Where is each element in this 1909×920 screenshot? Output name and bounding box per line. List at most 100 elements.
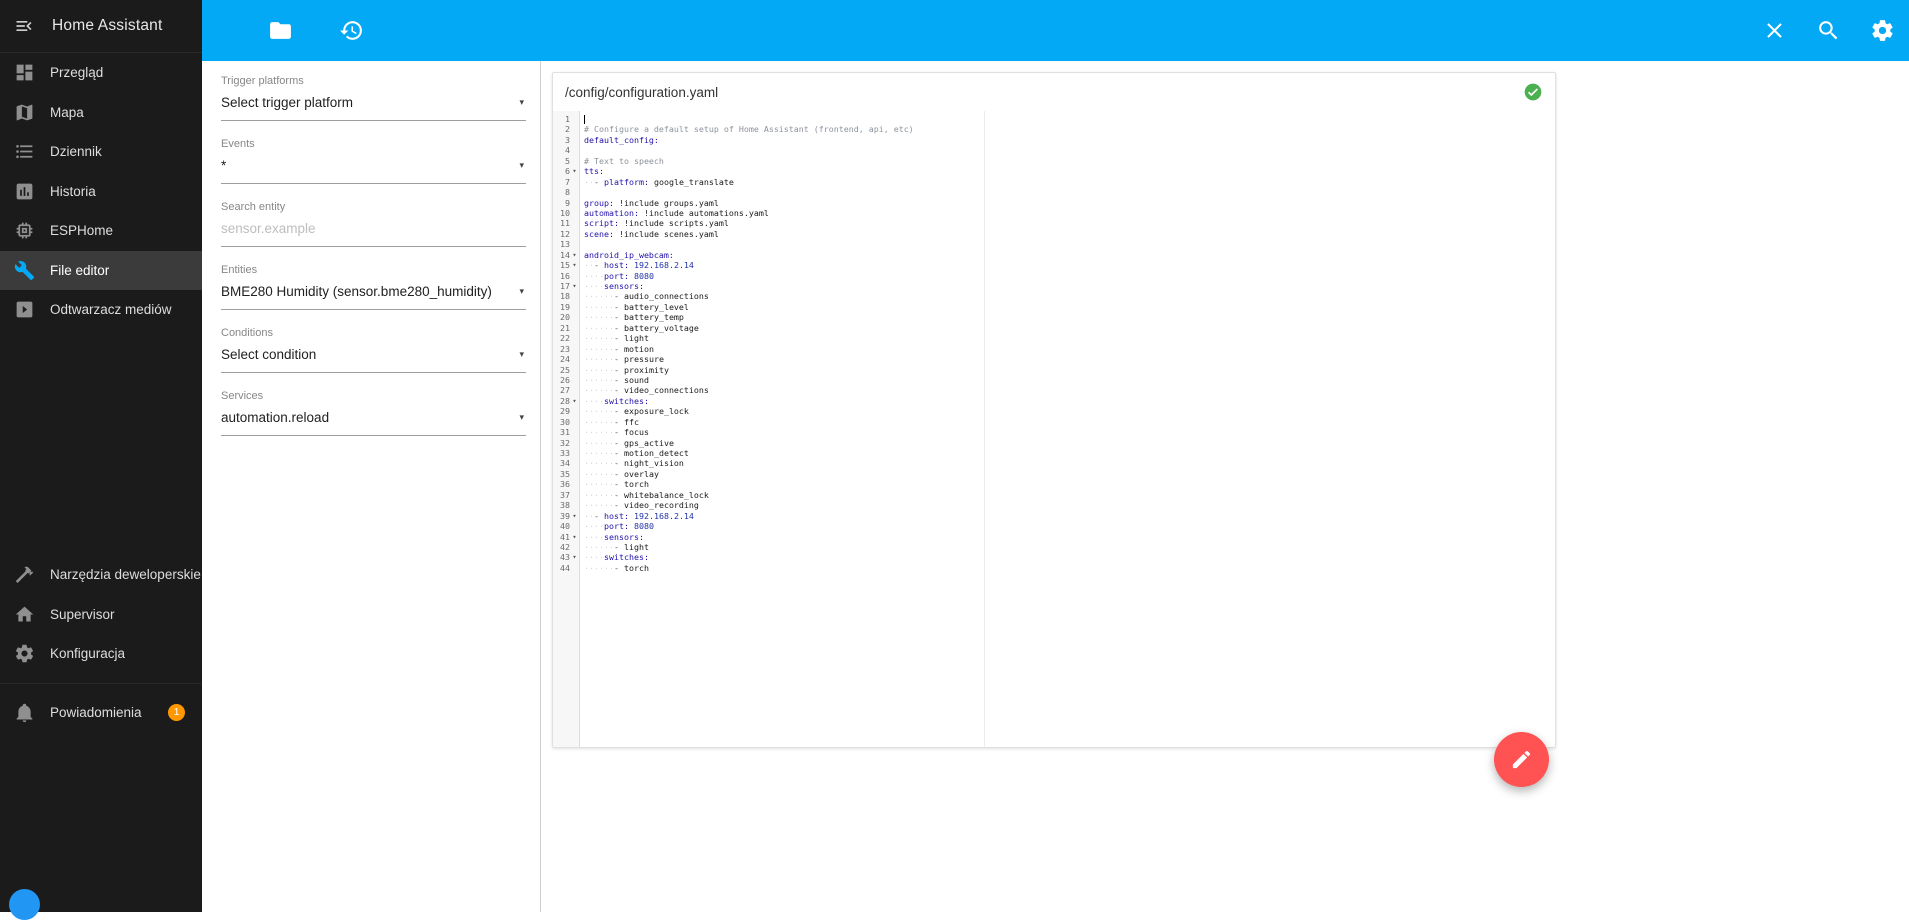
code-line-29[interactable]: ······- exposure_lock [584,406,1555,416]
fold-toggle-icon[interactable]: ▾ [570,532,579,542]
events-select[interactable]: * ▾ [221,157,526,184]
fold-toggle-icon[interactable]: ▾ [570,260,579,270]
code-line-7[interactable]: ··- platform: google_translate [584,177,1555,187]
close-button[interactable] [1762,18,1787,43]
search-button[interactable] [1816,18,1841,43]
line-number: 11 [560,218,570,229]
settings-button[interactable] [1870,18,1895,43]
code-line-34[interactable]: ······- night_vision [584,458,1555,468]
code-line-15[interactable]: ··- host: 192.168.2.14 [584,260,1555,270]
sidebar-item-supervisor[interactable]: Supervisor [0,595,202,635]
code-line-4[interactable] [584,145,1555,155]
code-line-13[interactable] [584,239,1555,249]
code-editor[interactable]: 1 2 3 4 5 6 ▾ 7 8 9 10 11 12 13 14 ▾ 15 ▾ 16 17 ▾ 18 19 20 21 22 2… [553,111,1555,747]
sidebar-item-historia[interactable]: Historia [0,172,202,212]
sidebar-item-powiadomienia[interactable]: Powiadomienia 1 [0,693,202,733]
field-label: Services [221,390,264,402]
code-line-1[interactable] [584,114,1555,124]
sidebar-item-dziennik[interactable]: Dziennik [0,132,202,172]
fold-toggle-icon[interactable]: ▾ [570,511,579,521]
fold-toggle-icon[interactable]: ▾ [570,552,579,562]
line-number: 2 [565,124,570,135]
edit-fab-button[interactable] [1494,732,1549,787]
code-line-41[interactable]: ····sensors: [584,532,1555,542]
code-line-20[interactable]: ······- battery_temp [584,312,1555,322]
code-line-40[interactable]: ····port: 8080 [584,521,1555,531]
code-line-11[interactable]: script: !include scripts.yaml [584,218,1555,228]
code-line-8[interactable] [584,187,1555,197]
code-line-23[interactable]: ······- motion [584,344,1555,354]
code-line-39[interactable]: ··- host: 192.168.2.14 [584,511,1555,521]
code-line-3[interactable]: default_config: [584,135,1555,145]
code-line-19[interactable]: ······- battery_level [584,302,1555,312]
entities-select[interactable]: BME280 Humidity (sensor.bme280_humidity)… [221,283,526,310]
gutter-line-18: 18 [553,291,579,301]
user-avatar [9,889,40,920]
gutter-line-42: 42 [553,542,579,552]
code-line-30[interactable]: ······- ffc [584,417,1555,427]
folder-button[interactable] [268,18,293,43]
gutter-line-29: 29 [553,406,579,416]
fold-toggle-icon[interactable]: ▾ [570,250,579,260]
code-line-27[interactable]: ······- video_connections [584,385,1555,395]
code-line-42[interactable]: ······- light [584,542,1555,552]
code-line-33[interactable]: ······- motion_detect [584,448,1555,458]
sidebar-item-esphome[interactable]: ESPHome [0,211,202,251]
code-line-10[interactable]: automation: !include automations.yaml [584,208,1555,218]
sidebar-bottom-nav: Narzędzia deweloperskie Supervisor Konfigu… [0,555,202,674]
field-entities: Entities BME280 Humidity (sensor.bme280_h… [221,264,526,310]
code-line-14[interactable]: android_ip_webcam: [584,250,1555,260]
code-line-36[interactable]: ······- torch [584,479,1555,489]
fold-toggle-icon[interactable]: ▾ [570,281,579,291]
code-line-2[interactable]: # Configure a default setup of Home Assi… [584,124,1555,134]
code-line-17[interactable]: ····sensors: [584,281,1555,291]
code-line-44[interactable]: ······- torch [584,563,1555,573]
history-button[interactable] [339,18,364,43]
sidebar-item-mapa[interactable]: Mapa [0,93,202,133]
sidebar-toggle-button[interactable] [8,10,40,42]
line-number: 44 [560,562,570,573]
field-label: Search entity [221,201,286,213]
code-line-5[interactable]: # Text to speech [584,156,1555,166]
code-line-28[interactable]: ····switches: [584,396,1555,406]
trigger-platform-select[interactable]: Select trigger platform ▾ [221,94,526,121]
sidebar-user[interactable] [0,732,202,920]
field-services: Services automation.reload ▾ [221,390,526,436]
line-number: 22 [560,333,570,344]
code-line-35[interactable]: ······- overlay [584,469,1555,479]
top-toolbar [202,0,1909,61]
code-line-6[interactable]: tts: [584,166,1555,176]
sidebar-item-narz-dzia-deweloperskie[interactable]: Narzędzia deweloperskie [0,555,202,595]
gutter-line-40: 40 [553,521,579,531]
services-select[interactable]: automation.reload ▾ [221,409,526,436]
code-line-22[interactable]: ······- light [584,333,1555,343]
line-number: 30 [560,416,570,427]
code-line-18[interactable]: ······- audio_connections [584,291,1555,301]
code-line-43[interactable]: ····switches: [584,552,1555,562]
fold-toggle-icon[interactable]: ▾ [570,166,579,176]
search-entity-input[interactable]: sensor.example [221,220,526,247]
code-line-12[interactable]: scene: !include scenes.yaml [584,229,1555,239]
editor-code-area[interactable]: # Configure a default setup of Home Assi… [580,111,1555,747]
code-line-25[interactable]: ······- proximity [584,365,1555,375]
sidebar-header: Home Assistant [0,0,202,53]
sidebar-item-file-editor[interactable]: File editor [0,250,202,290]
fold-toggle-icon[interactable]: ▾ [570,396,579,406]
code-line-38[interactable]: ······- video_recording [584,500,1555,510]
sidebar-item-odtwarzacz-medi-w[interactable]: Odtwarzacz mediów [0,290,202,330]
code-line-26[interactable]: ······- sound [584,375,1555,385]
folder-icon [268,18,293,43]
code-line-31[interactable]: ······- focus [584,427,1555,437]
conditions-select[interactable]: Select condition ▾ [221,346,526,373]
code-line-16[interactable]: ····port: 8080 [584,271,1555,281]
code-line-24[interactable]: ······- pressure [584,354,1555,364]
code-line-21[interactable]: ······- battery_voltage [584,323,1555,333]
sidebar-item-label: Powiadomienia [50,704,142,720]
editor-area: /config/configuration.yaml 1 2 3 4 5 6 ▾ 7 8 9 10 1… [541,61,1909,912]
sidebar-item-konfiguracja[interactable]: Konfiguracja [0,634,202,674]
code-line-37[interactable]: ······- whitebalance_lock [584,490,1555,500]
code-line-9[interactable]: group: !include groups.yaml [584,198,1555,208]
code-line-32[interactable]: ······- gps_active [584,438,1555,448]
gutter-line-6: 6 ▾ [553,166,579,176]
sidebar-item-przegl-d[interactable]: Przegląd [0,53,202,93]
